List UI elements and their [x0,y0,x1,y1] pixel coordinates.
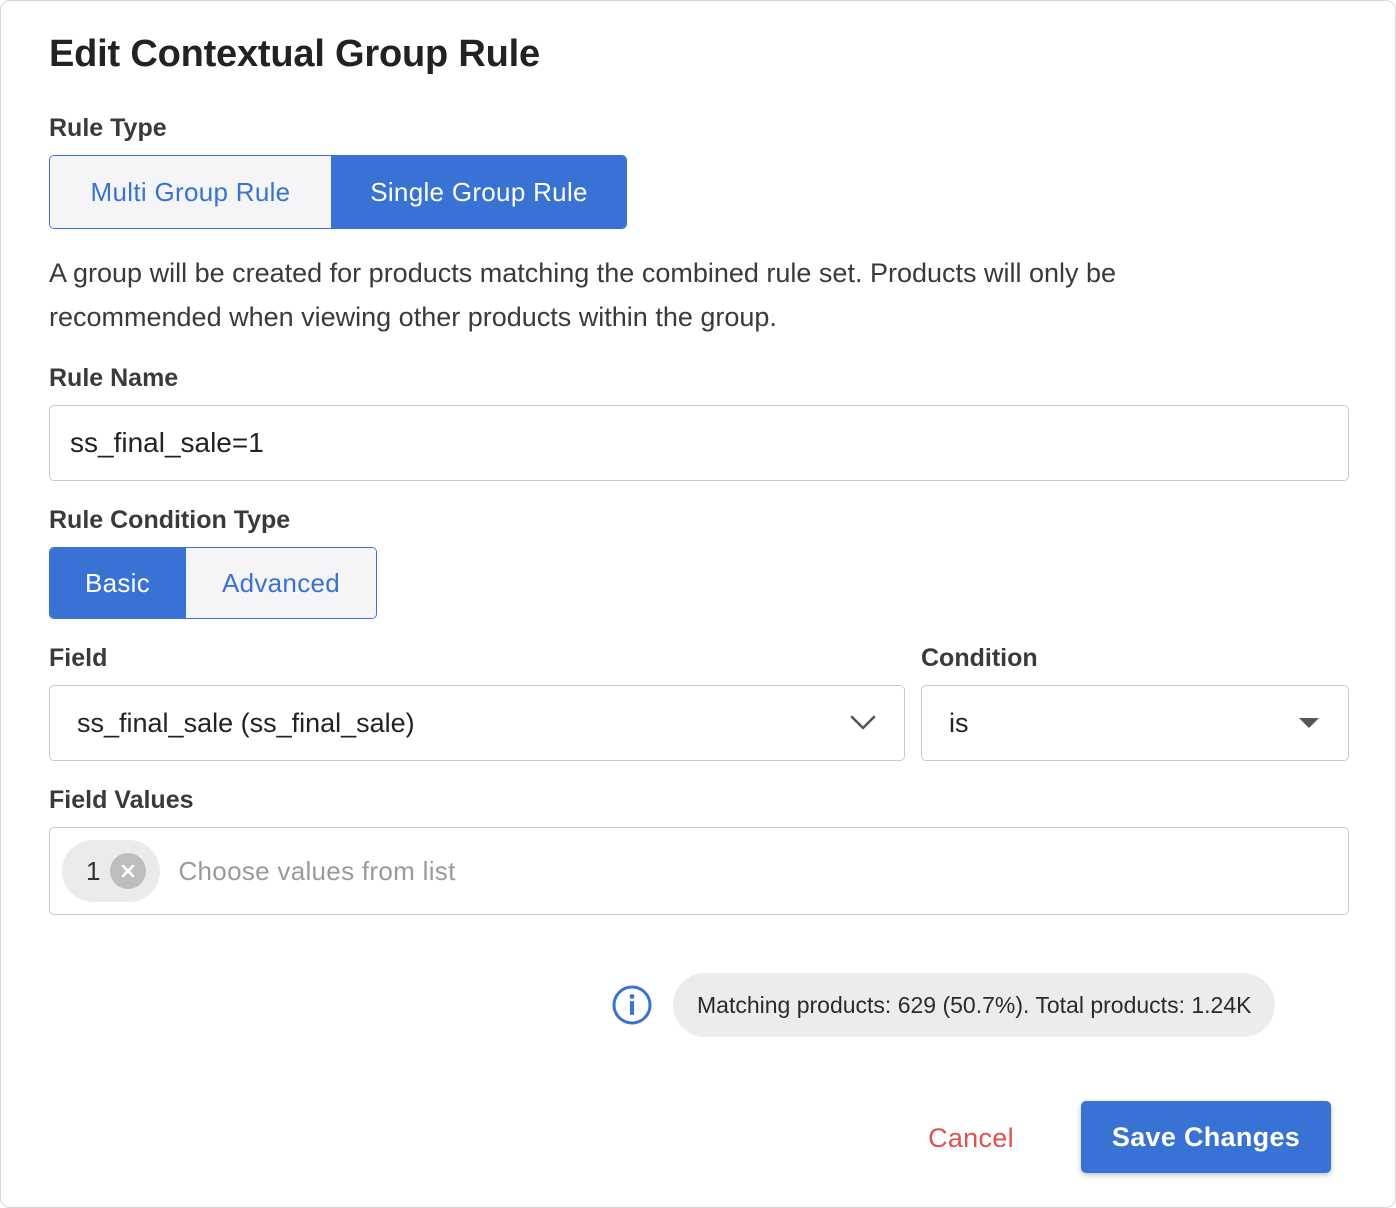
matching-products-info: Matching products: 629 (50.7%). Total pr… [611,973,1276,1037]
save-changes-button[interactable]: Save Changes [1081,1101,1331,1173]
rule-type-description: A group will be created for products mat… [49,258,1117,332]
condition-type-toggle: Basic Advanced [49,547,377,619]
value-chip-label: 1 [86,855,101,886]
single-group-rule-button[interactable]: Single Group Rule [331,156,626,228]
basic-button[interactable]: Basic [50,548,185,618]
rule-type-toggle: Multi Group Rule Single Group Rule [49,155,627,229]
condition-select[interactable]: is [921,685,1349,761]
field-label: Field [49,644,108,672]
dialog-title: Edit Contextual Group Rule [49,33,540,75]
condition-label: Condition [921,644,1038,672]
value-chip: 1 [62,840,161,902]
remove-chip-icon[interactable] [110,853,147,889]
cancel-button[interactable]: Cancel [901,1106,1041,1170]
info-icon[interactable] [611,984,653,1026]
advanced-button[interactable]: Advanced [185,548,376,618]
field-values-multiselect[interactable]: 1 Choose values from list [49,827,1349,915]
edit-rule-dialog: Edit Contextual Group Rule Rule Type Mul… [0,0,1396,1208]
matching-products-badge: Matching products: 629 (50.7%). Total pr… [673,973,1276,1037]
field-select[interactable]: ss_final_sale (ss_final_sale) [49,685,905,761]
rule-name-input[interactable] [50,427,1348,459]
rule-name-field[interactable] [49,405,1349,481]
field-select-value: ss_final_sale (ss_final_sale) [77,707,415,738]
field-values-label: Field Values [49,786,194,814]
field-values-placeholder: Choose values from list [178,855,456,886]
condition-select-value: is [949,707,969,738]
chevron-down-icon [850,715,876,731]
rule-condition-type-label: Rule Condition Type [49,506,291,534]
rule-type-label: Rule Type [49,114,167,142]
caret-down-icon [1298,717,1320,729]
rule-name-label: Rule Name [49,364,179,392]
multi-group-rule-button[interactable]: Multi Group Rule [50,156,331,228]
